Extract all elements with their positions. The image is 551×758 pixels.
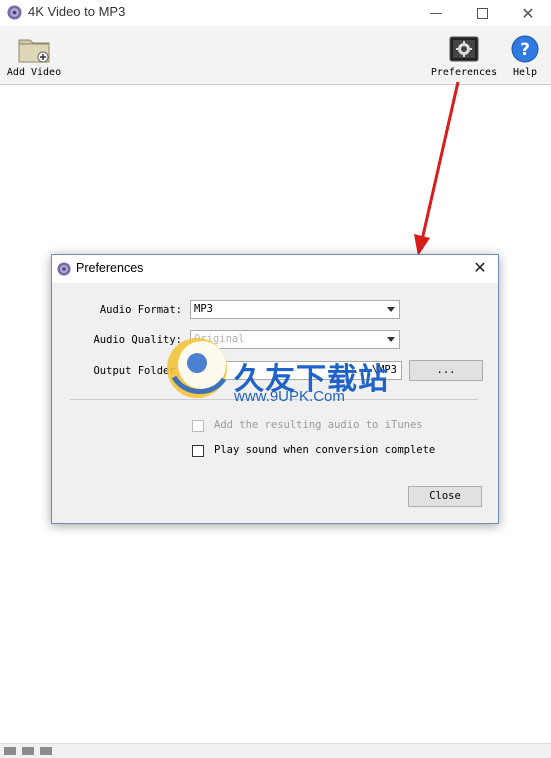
toolbar: Add Video Preferences ? Help <box>0 26 551 85</box>
app-logo-icon <box>7 5 22 20</box>
dialog-close-button[interactable]: ✕ <box>470 258 490 278</box>
svg-text:?: ? <box>520 40 530 60</box>
preferences-button[interactable]: Preferences <box>428 26 500 84</box>
watermark: 久友下载站 www.9UPK.Com <box>162 333 412 423</box>
folder-add-icon <box>17 34 51 64</box>
play-sound-checkbox[interactable] <box>192 445 204 457</box>
close-window-button[interactable]: ✕ <box>505 0 551 26</box>
status-icon-1[interactable] <box>4 747 16 755</box>
help-icon: ? <box>508 34 542 64</box>
watermark-text-en: www.9UPK.Com <box>234 388 345 405</box>
preferences-label: Preferences <box>430 67 498 78</box>
audio-format-value: MP3 <box>194 303 213 315</box>
close-icon: ✕ <box>521 3 535 23</box>
minimize-button[interactable]: — <box>413 0 459 26</box>
status-icon-3[interactable] <box>40 747 52 755</box>
add-video-button[interactable]: Add Video <box>4 26 64 84</box>
close-icon: ✕ <box>473 258 487 277</box>
minimize-icon: — <box>429 5 443 21</box>
help-button[interactable]: ? Help <box>507 26 543 84</box>
status-bar <box>0 743 551 758</box>
close-button[interactable]: Close <box>408 486 482 507</box>
audio-format-select[interactable]: MP3 <box>190 300 400 319</box>
dialog-title-bar: Preferences ✕ <box>52 255 498 283</box>
dialog-app-icon <box>57 262 71 276</box>
title-bar: 4K Video to MP3 — ✕ <box>0 0 551 26</box>
preferences-dialog: Preferences ✕ Audio Format: MP3 Audio Qu… <box>51 254 499 524</box>
play-sound-label: Play sound when conversion complete <box>214 444 436 456</box>
audio-format-label: Audio Format: <box>99 304 182 316</box>
watermark-logo-icon <box>167 338 227 398</box>
chevron-down-icon <box>387 307 395 312</box>
window-title: 4K Video to MP3 <box>28 4 126 19</box>
browse-button[interactable]: ... <box>409 360 483 381</box>
maximize-icon <box>476 7 488 19</box>
status-icon-2[interactable] <box>22 747 34 755</box>
maximize-button[interactable] <box>459 0 505 26</box>
preferences-icon <box>447 34 481 64</box>
dialog-title: Preferences <box>76 261 144 275</box>
help-label: Help <box>512 67 538 78</box>
add-video-label: Add Video <box>6 67 62 78</box>
